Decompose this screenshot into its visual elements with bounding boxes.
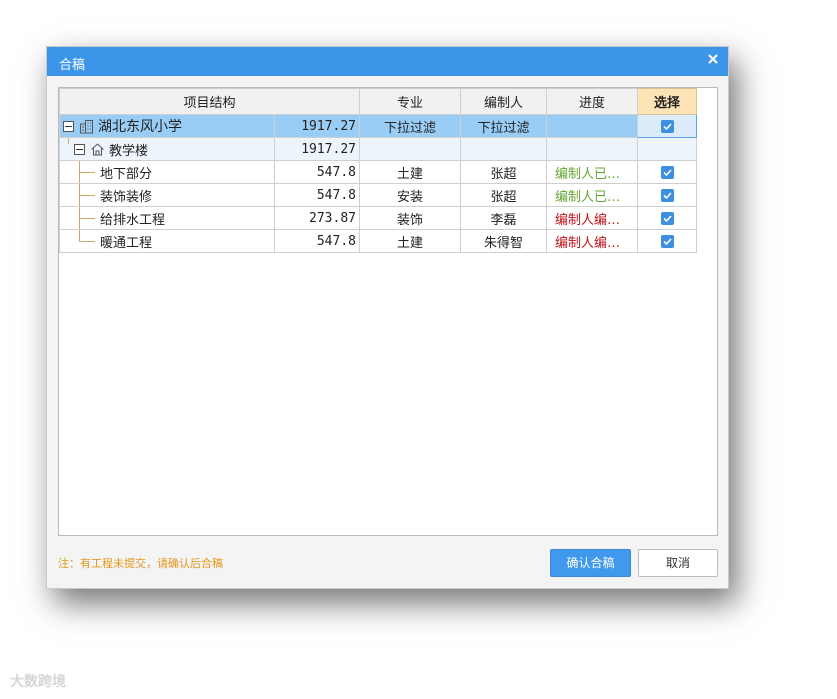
building-editor xyxy=(460,137,547,161)
header-major[interactable]: 专业 xyxy=(359,88,461,115)
row-select-cell[interactable] xyxy=(637,206,697,230)
table-row[interactable]: 装饰装修 547.8 安装 张超 编制人已… xyxy=(59,183,697,207)
row-checkbox[interactable] xyxy=(660,211,674,225)
row-editor: 张超 xyxy=(460,160,547,184)
cancel-button[interactable]: 取消 xyxy=(638,549,718,577)
select-all-checkbox[interactable] xyxy=(660,119,674,133)
warning-note: 注：有工程未提交，请确认后合稿 xyxy=(58,557,223,570)
building-name-cell: 教学楼 xyxy=(59,137,275,161)
root-major-filter[interactable]: 下拉过滤 xyxy=(359,114,461,138)
collapse-icon[interactable] xyxy=(63,120,74,132)
building-major xyxy=(359,137,461,161)
row-progress: 编制人已… xyxy=(546,160,638,184)
row-amount: 547.8 xyxy=(274,160,360,184)
row-progress: 编制人已… xyxy=(546,183,638,207)
row-editor: 朱得智 xyxy=(460,229,547,253)
root-name-cell: 湖北东风小学 xyxy=(59,114,275,138)
row-progress: 编制人编… xyxy=(546,206,638,230)
row-checkbox[interactable] xyxy=(660,188,674,202)
building-progress xyxy=(546,137,638,161)
row-editor: 李磊 xyxy=(460,206,547,230)
row-name: 暖通工程 xyxy=(100,235,153,251)
row-name: 装饰装修 xyxy=(100,189,153,205)
project-grid: 项目结构 专业 编制人 进度 选择 湖北东风小学 1917.27 下拉过滤 下拉… xyxy=(59,88,697,253)
row-editor: 张超 xyxy=(460,183,547,207)
row-amount: 547.8 xyxy=(274,229,360,253)
building-select xyxy=(637,137,697,161)
grid-header-row: 项目结构 专业 编制人 进度 选择 xyxy=(59,88,697,115)
table-row-root[interactable]: 湖北东风小学 1917.27 下拉过滤 下拉过滤 xyxy=(59,114,697,138)
row-amount: 273.87 xyxy=(274,206,360,230)
dialog-titlebar: 合稿 xyxy=(47,47,728,76)
row-major: 土建 xyxy=(359,229,461,253)
header-progress[interactable]: 进度 xyxy=(546,88,638,115)
row-major: 安装 xyxy=(359,183,461,207)
select-all-checkbox-cell[interactable] xyxy=(637,114,697,138)
collapse-icon[interactable] xyxy=(74,143,85,155)
row-name-cell: 给排水工程 xyxy=(59,206,275,230)
building-icon xyxy=(79,119,94,134)
header-select[interactable]: 选择 xyxy=(637,88,697,115)
building-name: 教学楼 xyxy=(109,143,149,159)
row-name-cell: 地下部分 xyxy=(59,160,275,184)
table-row[interactable]: 给排水工程 273.87 装饰 李磊 编制人编… xyxy=(59,206,697,230)
row-checkbox[interactable] xyxy=(660,165,674,179)
merge-dialog: 合稿 项目结构 专业 编制人 进度 选择 湖北东风小学 1917.27 下拉过滤… xyxy=(46,46,729,589)
row-amount: 547.8 xyxy=(274,183,360,207)
row-select-cell[interactable] xyxy=(637,183,697,207)
row-name: 给排水工程 xyxy=(100,212,166,228)
table-row-building[interactable]: 教学楼 1917.27 xyxy=(59,137,697,161)
table-row[interactable]: 地下部分 547.8 土建 张超 编制人已… xyxy=(59,160,697,184)
header-editor[interactable]: 编制人 xyxy=(460,88,547,115)
close-icon[interactable] xyxy=(705,51,721,67)
row-checkbox[interactable] xyxy=(660,234,674,248)
root-amount: 1917.27 xyxy=(274,114,360,138)
row-major: 土建 xyxy=(359,160,461,184)
row-progress: 编制人编… xyxy=(546,229,638,253)
row-major: 装饰 xyxy=(359,206,461,230)
confirm-merge-button[interactable]: 确认合稿 xyxy=(550,549,631,577)
root-name: 湖北东风小学 xyxy=(98,119,182,135)
table-row[interactable]: 暖通工程 547.8 土建 朱得智 编制人编… xyxy=(59,229,697,253)
root-progress xyxy=(546,114,638,138)
dialog-title: 合稿 xyxy=(59,58,86,73)
building-amount: 1917.27 xyxy=(274,137,360,161)
row-name: 地下部分 xyxy=(100,166,153,182)
row-name-cell: 暖通工程 xyxy=(59,229,275,253)
row-select-cell[interactable] xyxy=(637,160,697,184)
project-grid-panel: 项目结构 专业 编制人 进度 选择 湖北东风小学 1917.27 下拉过滤 下拉… xyxy=(58,87,718,536)
watermark: 大数跨境 xyxy=(10,674,66,690)
row-name-cell: 装饰装修 xyxy=(59,183,275,207)
header-structure[interactable]: 项目结构 xyxy=(59,88,360,115)
home-icon xyxy=(90,142,105,157)
root-editor-filter[interactable]: 下拉过滤 xyxy=(460,114,547,138)
row-select-cell[interactable] xyxy=(637,229,697,253)
